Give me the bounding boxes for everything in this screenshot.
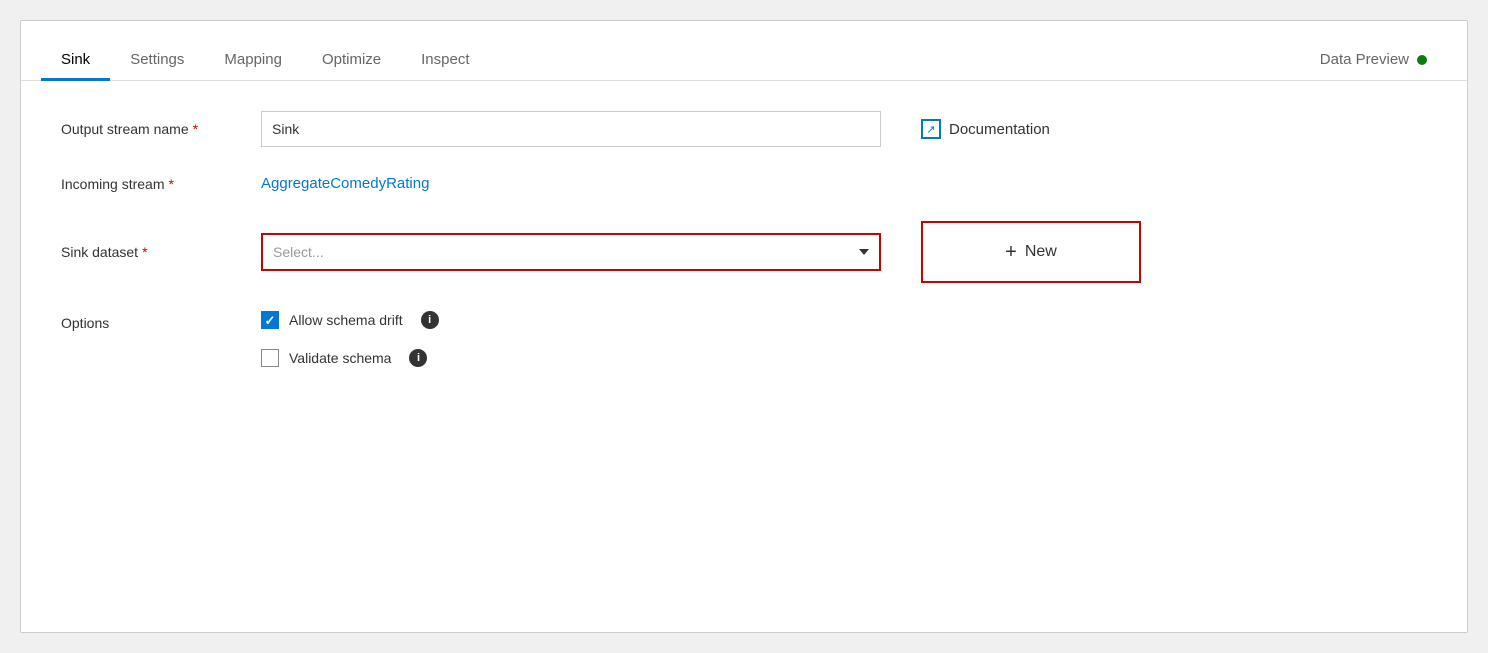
sink-dataset-select[interactable]: Select... [261, 233, 881, 271]
sink-dataset-row: Sink dataset* Select... + New [61, 221, 1427, 283]
right-panel-doc: Documentation [921, 119, 1050, 139]
validate-schema-label: Validate schema [289, 350, 391, 366]
tab-sink[interactable]: Sink [41, 41, 110, 81]
incoming-stream-row: Incoming stream* AggregateComedyRating [61, 175, 1427, 193]
main-container: Sink Settings Mapping Optimize Inspect D… [20, 20, 1468, 633]
tab-mapping[interactable]: Mapping [204, 41, 302, 81]
tab-data-preview[interactable]: Data Preview [1300, 41, 1447, 81]
content-area: Output stream name* Documentation Incomi… [21, 81, 1467, 632]
new-button[interactable]: + New [921, 221, 1141, 283]
data-preview-label: Data Preview [1320, 51, 1409, 68]
tab-optimize[interactable]: Optimize [302, 41, 401, 81]
sink-dataset-select-wrapper: Select... [261, 233, 881, 271]
required-star-sink: * [142, 244, 147, 260]
checkmark-icon: ✓ [265, 314, 276, 327]
options-row: Options ✓ Allow schema drift i Validate … [61, 311, 1427, 367]
output-stream-label: Output stream name* [61, 121, 261, 137]
validate-schema-row: Validate schema i [261, 349, 439, 367]
output-stream-input[interactable] [261, 111, 881, 147]
tab-bar: Sink Settings Mapping Optimize Inspect D… [21, 21, 1467, 81]
external-link-icon [921, 119, 941, 139]
sink-dataset-control: Select... [261, 233, 881, 271]
right-panel-new: + New [921, 221, 1141, 283]
status-dot [1417, 55, 1427, 65]
incoming-stream-label: Incoming stream* [61, 176, 261, 192]
allow-schema-drift-info-icon[interactable]: i [421, 311, 439, 329]
documentation-label: Documentation [949, 121, 1050, 138]
incoming-stream-value[interactable]: AggregateComedyRating [261, 175, 429, 192]
incoming-stream-control: AggregateComedyRating [261, 175, 881, 193]
output-stream-control [261, 111, 881, 147]
output-stream-row: Output stream name* Documentation [61, 111, 1427, 147]
allow-schema-drift-checkbox[interactable]: ✓ [261, 311, 279, 329]
allow-schema-drift-row: ✓ Allow schema drift i [261, 311, 439, 329]
options-controls: ✓ Allow schema drift i Validate schema i [261, 311, 439, 367]
validate-schema-info-icon[interactable]: i [409, 349, 427, 367]
required-star-output: * [193, 121, 198, 137]
required-star-incoming: * [168, 176, 173, 192]
tab-settings[interactable]: Settings [110, 41, 204, 81]
documentation-link[interactable]: Documentation [921, 119, 1050, 139]
new-button-label: New [1025, 243, 1057, 261]
sink-dataset-label: Sink dataset* [61, 244, 261, 260]
validate-schema-checkbox[interactable] [261, 349, 279, 367]
options-label: Options [61, 311, 261, 331]
allow-schema-drift-label: Allow schema drift [289, 312, 403, 328]
plus-icon: + [1005, 241, 1017, 264]
tab-inspect[interactable]: Inspect [401, 41, 489, 81]
